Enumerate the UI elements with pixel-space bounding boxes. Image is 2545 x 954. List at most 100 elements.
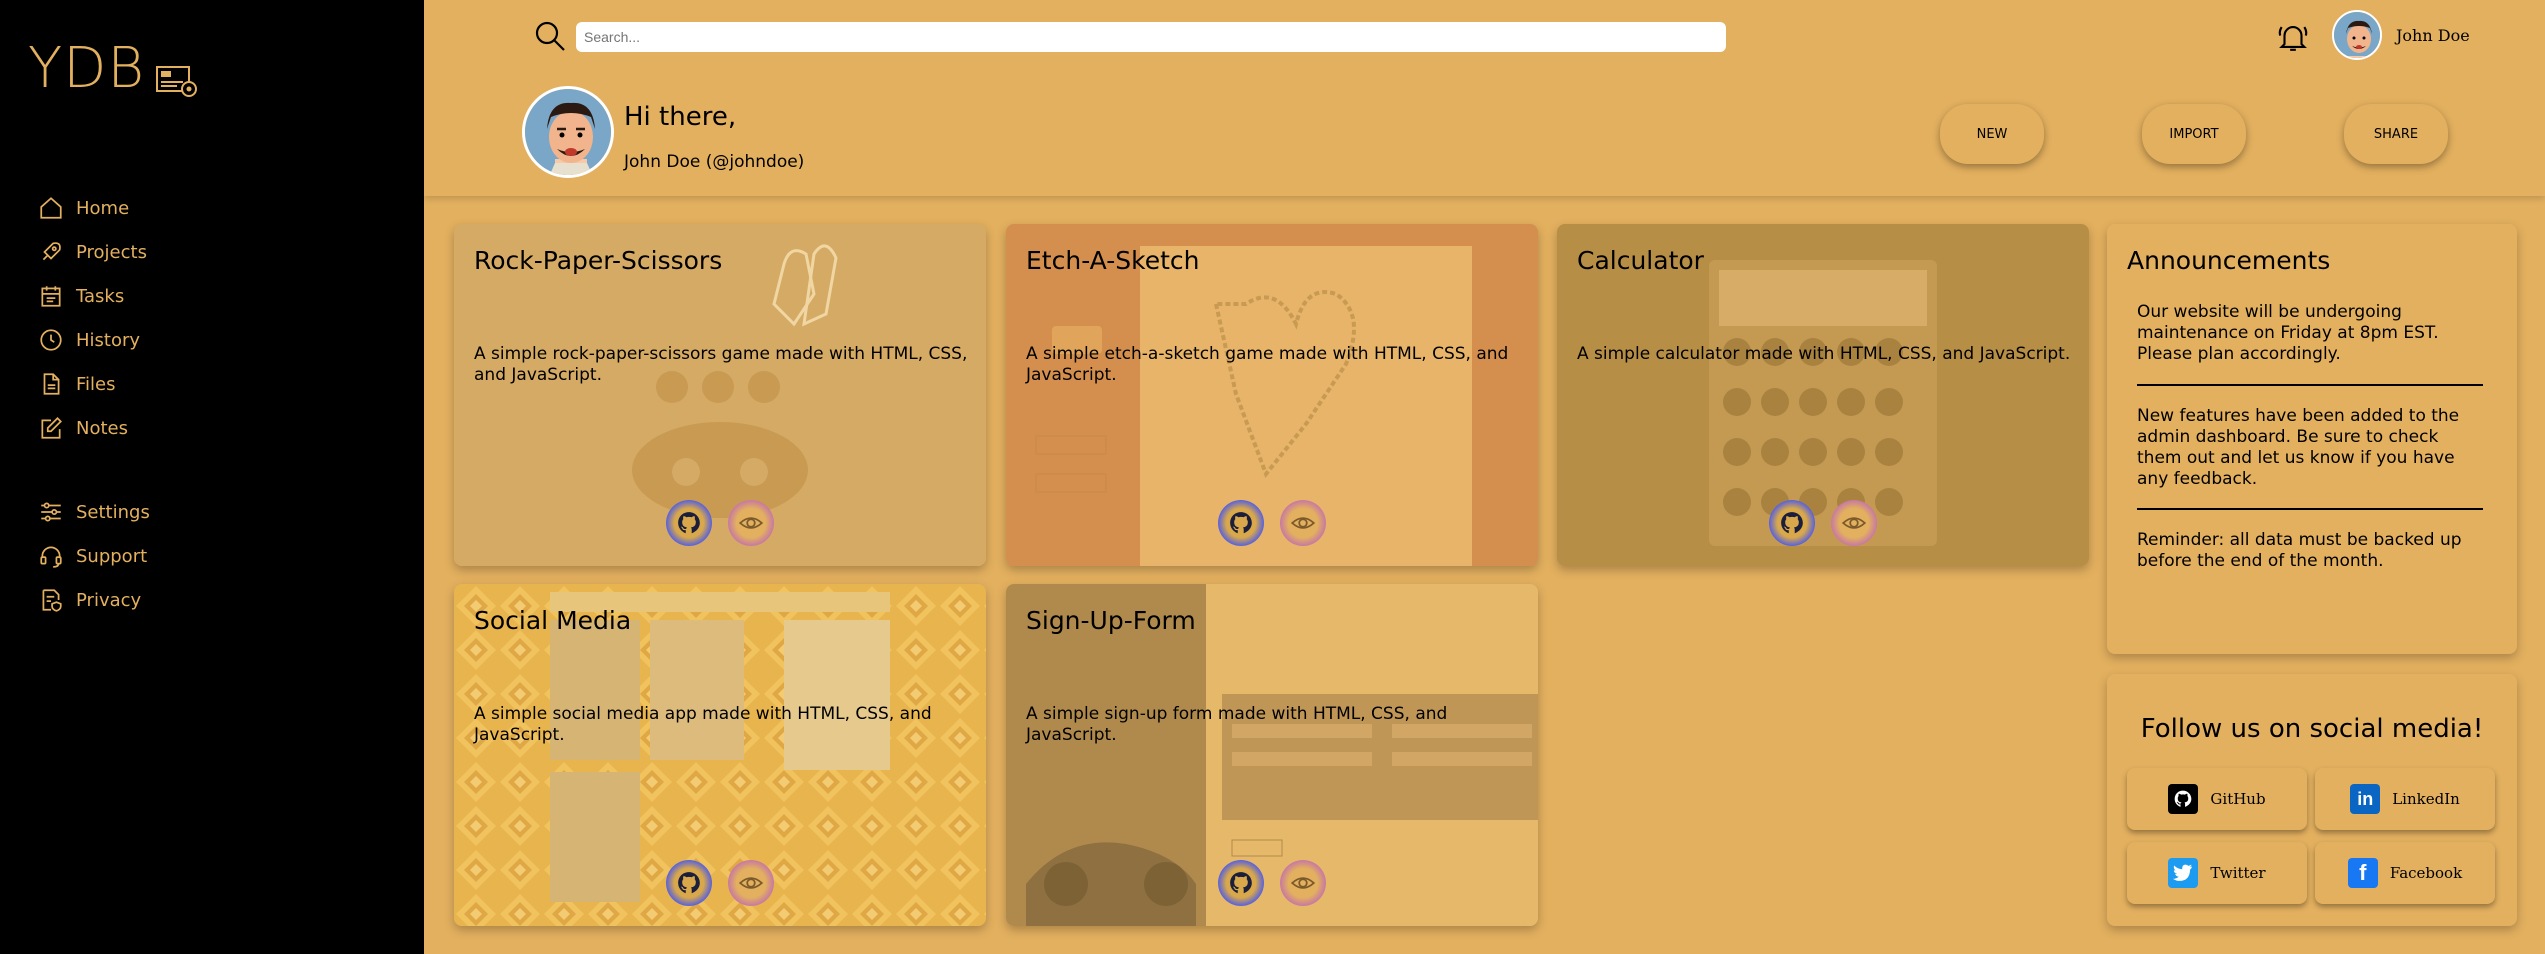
sidebar-item-notes[interactable]: Notes [38, 406, 150, 450]
github-link-button[interactable] [666, 500, 712, 546]
social-panel: Follow us on social media! GitHub in Lin… [2107, 674, 2517, 926]
github-social-button[interactable]: GitHub [2127, 768, 2307, 830]
sidebar-item-tasks[interactable]: Tasks [38, 274, 150, 318]
sidebar-nav: Home Projects Tasks History Files Notes … [38, 186, 150, 622]
notification-bell-icon[interactable] [2276, 20, 2310, 54]
user-handle: John Doe (@johndoe) [624, 152, 805, 172]
project-links [666, 860, 774, 906]
announcement-item: Reminder: all data must be backed up bef… [2137, 530, 2462, 571]
view-demo-button[interactable] [1280, 860, 1326, 906]
sidebar-item-label: History [76, 329, 141, 351]
divider [2137, 508, 2483, 510]
sidebar-item-home[interactable]: Home [38, 186, 150, 230]
github-icon [678, 512, 700, 534]
greeting: Hi there, [624, 102, 737, 132]
project-title: Rock-Paper-Scissors [474, 246, 723, 275]
view-demo-button[interactable] [728, 860, 774, 906]
project-links [1769, 500, 1877, 546]
sidebar-item-settings[interactable]: Settings [38, 490, 150, 534]
profile-avatar-image [525, 89, 611, 175]
project-description: A simple social media app made with HTML… [474, 704, 932, 745]
social-label: LinkedIn [2392, 790, 2460, 808]
avatar[interactable] [2332, 10, 2382, 60]
project-card-sign-up-form[interactable]: Sign-Up-Form A simple sign-up form made … [1006, 584, 1538, 926]
search-icon[interactable] [534, 20, 566, 52]
github-link-button[interactable] [1218, 500, 1264, 546]
sidebar-item-label: Privacy [76, 589, 142, 611]
project-description: A simple sign-up form made with HTML, CS… [1026, 704, 1448, 745]
project-title: Sign-Up-Form [1026, 606, 1196, 635]
dashboard-logo-icon [156, 65, 197, 97]
announcement-item: Our website will be undergoing maintenan… [2137, 302, 2439, 364]
github-icon [678, 872, 700, 894]
github-icon [1230, 512, 1252, 534]
headset-icon [40, 546, 62, 568]
sidebar-item-support[interactable]: Support [38, 534, 150, 578]
social-title: Follow us on social media! [2140, 714, 2484, 744]
eye-icon [738, 877, 764, 889]
project-card-etch-a-sketch[interactable]: Etch-A-Sketch A simple etch-a-sketch gam… [1006, 224, 1538, 566]
github-link-button[interactable] [1218, 860, 1264, 906]
project-card-calculator[interactable]: Calculator A simple calculator made with… [1557, 224, 2089, 566]
sidebar-item-history[interactable]: History [38, 318, 150, 362]
history-icon [40, 329, 62, 351]
calendar-icon [41, 286, 61, 307]
sidebar-item-label: Settings [76, 501, 150, 523]
header: John Doe Hi there, John Doe (@johndoe) N… [424, 0, 2545, 196]
social-label: Twitter [2210, 864, 2266, 882]
view-demo-button[interactable] [1831, 500, 1877, 546]
facebook-icon: f [2347, 858, 2378, 888]
sidebar-item-label: Files [76, 373, 116, 395]
project-links [666, 500, 774, 546]
share-button[interactable]: SHARE [2344, 104, 2448, 164]
sidebar-item-label: Support [76, 545, 148, 567]
view-demo-button[interactable] [1280, 500, 1326, 546]
sidebar-item-privacy[interactable]: Privacy [38, 578, 150, 622]
sidebar-item-projects[interactable]: Projects [38, 230, 150, 274]
project-description: A simple calculator made with HTML, CSS,… [1577, 344, 2071, 364]
facebook-social-button[interactable]: f Facebook [2315, 842, 2495, 904]
new-button[interactable]: NEW [1940, 104, 2044, 164]
project-title: Etch-A-Sketch [1026, 246, 1200, 275]
project-description: A simple rock-paper-scissors game made w… [474, 344, 968, 385]
files-icon [43, 373, 60, 395]
github-link-button[interactable] [666, 860, 712, 906]
avatar-image [2334, 12, 2380, 58]
project-title: Calculator [1577, 246, 1704, 275]
twitter-social-button[interactable]: Twitter [2127, 842, 2307, 904]
sidebar-item-label: Projects [76, 241, 147, 263]
github-link-button[interactable] [1769, 500, 1815, 546]
social-label: Facebook [2389, 864, 2463, 882]
linkedin-social-button[interactable]: in LinkedIn [2315, 768, 2495, 830]
github-icon [1781, 512, 1803, 534]
project-card-social-media[interactable]: Social Media A simple social media app m… [454, 584, 986, 926]
project-description: A simple etch-a-sketch game made with HT… [1026, 344, 1509, 385]
user-name[interactable]: John Doe [2396, 26, 2470, 45]
eye-icon [1290, 877, 1316, 889]
announcement-item: New features have been added to the admi… [2137, 406, 2460, 489]
sidebar-item-label: Home [76, 197, 130, 219]
search-input[interactable] [576, 22, 1726, 52]
social-label: GitHub [2210, 790, 2266, 808]
sidebar-item-files[interactable]: Files [38, 362, 150, 406]
privacy-icon [42, 589, 62, 612]
view-demo-button[interactable] [728, 500, 774, 546]
eye-icon [1841, 517, 1867, 529]
logo-text: YDB [28, 36, 145, 101]
import-button[interactable]: IMPORT [2142, 104, 2246, 164]
project-links [1218, 860, 1326, 906]
sidebar-item-label: Tasks [76, 285, 125, 307]
announcements-panel: Announcements Our website will be underg… [2107, 224, 2517, 654]
sidebar: YDB Home Projects Tasks History Files No… [0, 0, 424, 954]
project-links [1218, 500, 1326, 546]
twitter-icon [2168, 858, 2199, 888]
logo[interactable]: YDB [28, 36, 199, 101]
notes-icon [41, 417, 62, 439]
sliders-icon [41, 502, 61, 522]
eye-icon [1290, 517, 1316, 529]
project-title: Social Media [474, 606, 632, 635]
rocket-icon [42, 242, 61, 261]
sidebar-item-label: Notes [76, 417, 128, 439]
profile-avatar[interactable] [522, 86, 614, 178]
project-card-rock-paper-scissors[interactable]: Rock-Paper-Scissors A simple rock-paper-… [454, 224, 986, 566]
